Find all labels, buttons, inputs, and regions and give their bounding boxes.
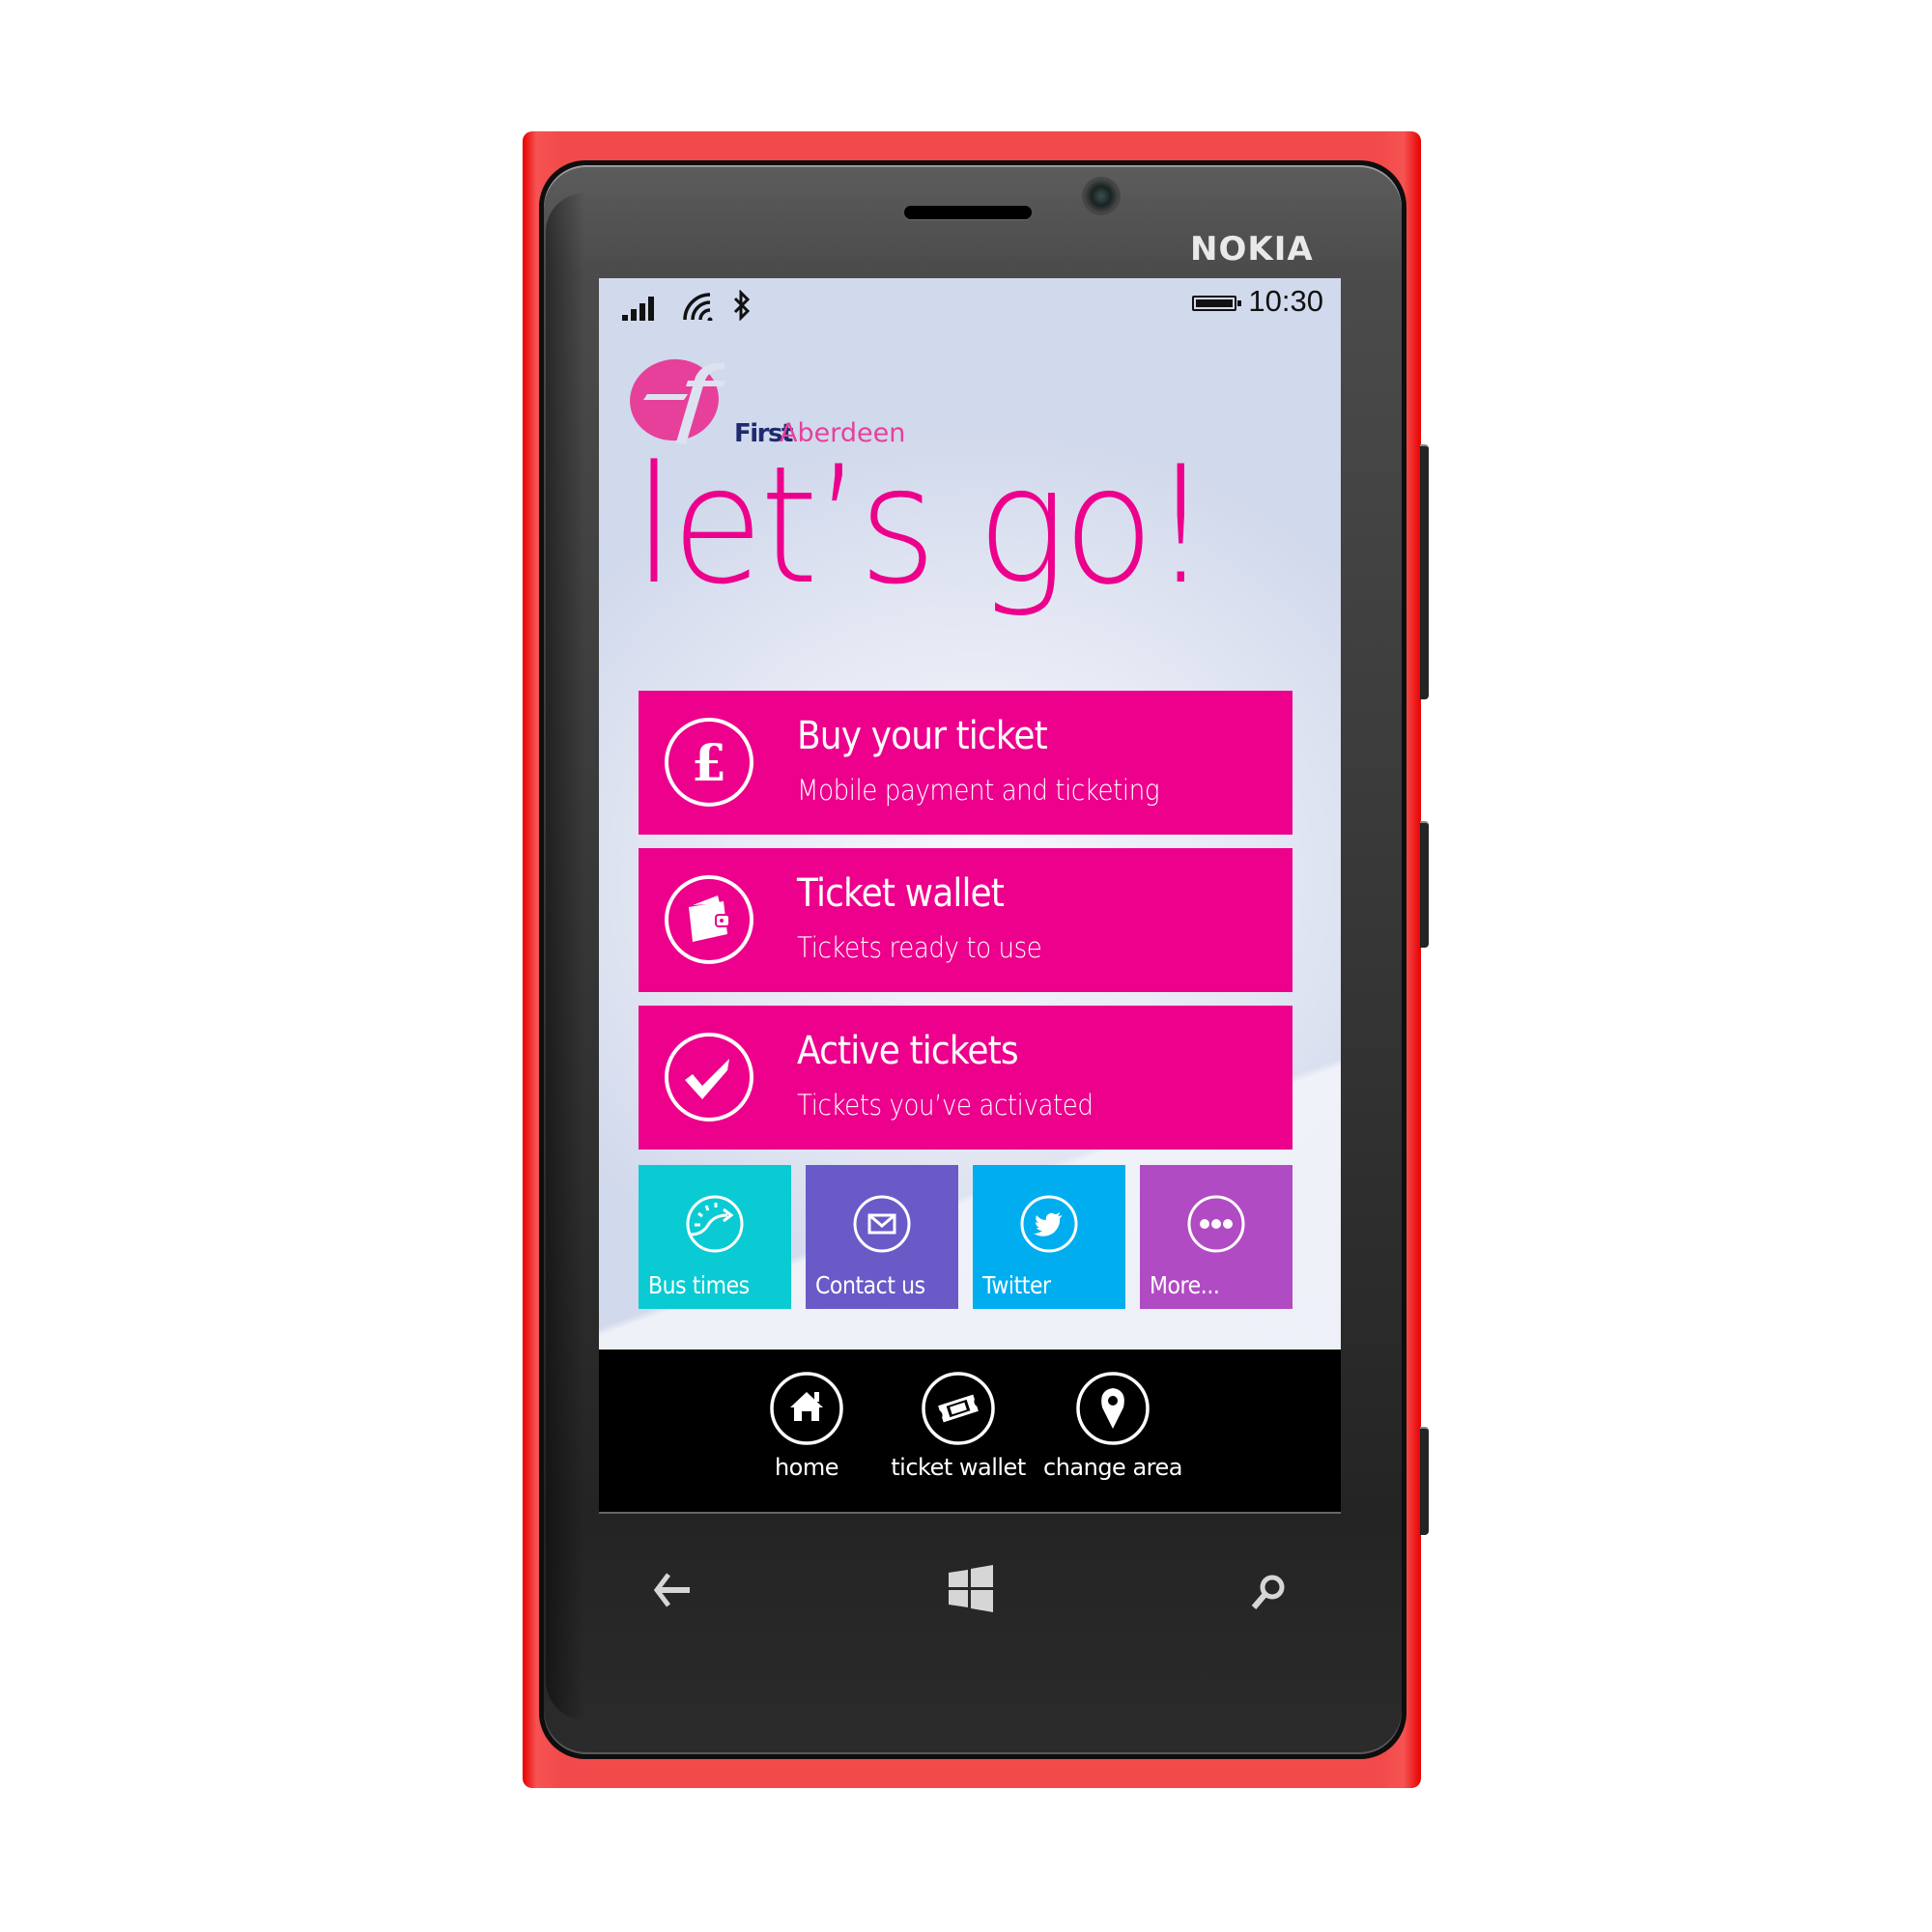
home-icon <box>770 1372 843 1445</box>
more-tile[interactable]: More... <box>1140 1165 1293 1309</box>
tile-label: More... <box>1150 1271 1220 1299</box>
status-bar: 10:30 <box>599 278 1341 323</box>
ticket-wallet-tile[interactable]: Ticket wallet Tickets ready to use <box>639 848 1293 992</box>
wallet-icon <box>665 875 753 964</box>
tile-label: Contact us <box>815 1271 925 1299</box>
appbar-ticket-wallet-button[interactable]: ticket wallet <box>891 1371 1026 1487</box>
pound-coin-icon: £ <box>665 718 753 807</box>
buy-ticket-tile[interactable]: £ Buy your ticket Mobile payment and tic… <box>639 691 1293 835</box>
envelope-icon <box>853 1195 911 1253</box>
earpiece-speaker <box>904 206 1032 219</box>
appbar-label: ticket wallet <box>891 1454 1026 1481</box>
back-arrow-icon[interactable] <box>653 1573 692 1607</box>
bezel-shade <box>546 193 584 1719</box>
twitter-tile[interactable]: Twitter <box>973 1165 1125 1309</box>
appbar-label: change area <box>1043 1454 1182 1481</box>
search-icon[interactable] <box>1249 1573 1288 1611</box>
brand-logo: NOKIA <box>1190 230 1314 269</box>
app-bar: home ticket wallet change area <box>599 1350 1341 1514</box>
power-button[interactable] <box>1420 821 1429 948</box>
ticket-icon <box>922 1372 995 1445</box>
map-pin-icon <box>1076 1372 1150 1445</box>
tile-title: Ticket wallet <box>797 871 1005 916</box>
bluetooth-icon <box>733 290 751 321</box>
camera-button[interactable] <box>1420 1427 1429 1535</box>
appbar-change-area-button[interactable]: change area <box>1043 1371 1182 1487</box>
tile-subtitle: Tickets you’ve activated <box>797 1089 1094 1122</box>
volume-button[interactable] <box>1420 444 1429 699</box>
appbar-label: home <box>774 1454 839 1481</box>
signal-strength-icon <box>622 297 654 321</box>
front-camera <box>1082 177 1121 215</box>
contact-us-tile[interactable]: Contact us <box>806 1165 958 1309</box>
appbar-home-button[interactable]: home <box>749 1371 865 1487</box>
phone-screen: 10:30 First Aberdeen let’s go! £ Buy you… <box>599 278 1341 1514</box>
tile-label: Twitter <box>982 1271 1051 1299</box>
tile-title: Active tickets <box>797 1029 1019 1073</box>
windows-logo-icon[interactable] <box>947 1565 995 1613</box>
battery-icon <box>1192 296 1241 311</box>
timer-icon <box>686 1195 744 1253</box>
status-time: 10:30 <box>1248 284 1323 318</box>
tile-title: Buy your ticket <box>797 714 1048 758</box>
tile-label: Bus times <box>648 1271 750 1299</box>
checkmark-icon <box>665 1033 753 1122</box>
page-heading: let’s go! <box>634 431 1210 620</box>
tile-subtitle: Mobile payment and ticketing <box>797 774 1160 807</box>
bus-times-tile[interactable]: Bus times <box>639 1165 791 1309</box>
svg-text:£: £ <box>692 734 726 793</box>
wifi-icon <box>683 293 713 321</box>
twitter-bird-icon <box>1020 1195 1078 1253</box>
active-tickets-tile[interactable]: Active tickets Tickets you’ve activated <box>639 1006 1293 1150</box>
tile-subtitle: Tickets ready to use <box>797 931 1042 964</box>
more-dots-icon <box>1187 1195 1245 1253</box>
